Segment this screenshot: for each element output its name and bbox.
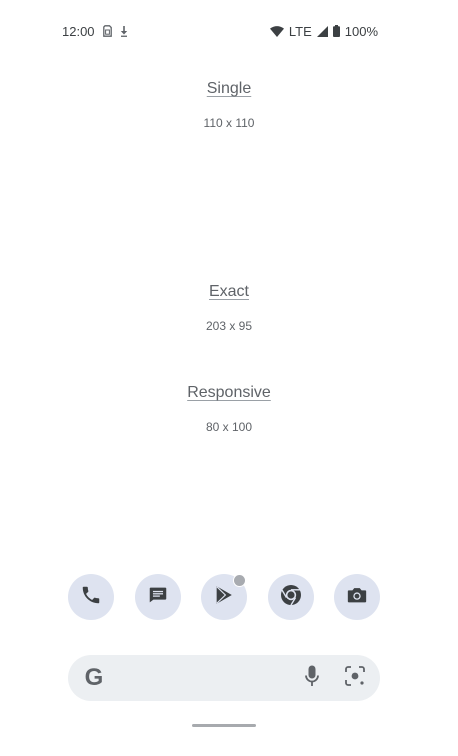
download-icon [120,25,128,37]
messages-app[interactable] [134,574,181,620]
search-actions [304,664,366,693]
chrome-app[interactable] [267,574,314,620]
google-logo[interactable]: G [81,664,107,692]
camera-icon [346,584,368,611]
status-left: 12:00 [62,24,128,39]
status-right: LTE 100% [269,23,378,39]
play-store-app[interactable] [201,574,247,620]
widget-single[interactable]: Single 110 x 110 [0,80,458,130]
wifi-icon [269,25,284,37]
messages-icon [147,584,169,611]
chrome-icon [279,583,303,612]
cell-signal-icon [316,25,328,37]
network-type: LTE [288,23,312,39]
camera-app[interactable] [334,574,380,620]
widget-title[interactable]: Responsive [187,384,271,402]
widget-size: 110 x 110 [203,116,255,130]
widget-size: 80 x 100 [205,420,253,434]
battery-icon [332,25,340,37]
notification-badge [233,574,246,587]
status-bar: 12:00 LTE 100% [62,22,378,40]
sim-card-icon [102,25,112,37]
widget-exact[interactable]: Exact 203 x 95 [0,283,458,333]
navigation-handle[interactable] [192,724,256,727]
widget-responsive[interactable]: Responsive 80 x 100 [0,384,458,434]
play-store-icon [213,584,235,611]
google-search-bar[interactable]: G [68,655,380,701]
phone-icon [80,584,102,611]
app-dock [68,574,380,620]
widget-title[interactable]: Single [207,80,251,98]
widget-size: 203 x 95 [205,319,253,333]
battery-level: 100% [344,23,378,39]
widget-title[interactable]: Exact [209,283,249,301]
microphone-icon[interactable] [304,664,320,693]
status-time: 12:00 [62,23,95,39]
lens-icon[interactable] [344,665,366,692]
phone-app[interactable] [68,574,114,620]
